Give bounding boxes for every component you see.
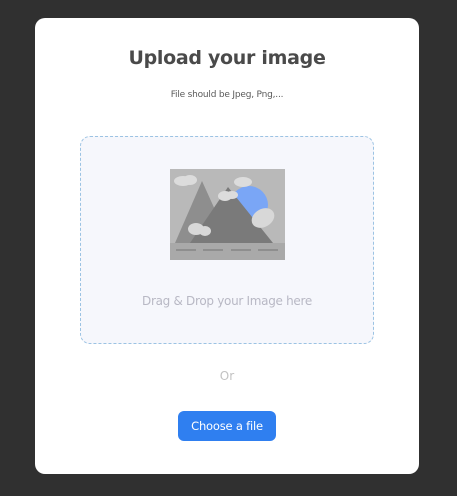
- choose-file-button[interactable]: Choose a file: [178, 411, 276, 441]
- page-title: Upload your image: [128, 47, 326, 69]
- drop-instructions: Drag & Drop your Image here: [142, 294, 312, 308]
- or-separator: Or: [219, 369, 235, 383]
- image-placeholder-icon: [170, 169, 285, 260]
- drop-zone[interactable]: Drag & Drop your Image here: [80, 136, 374, 344]
- upload-card: Upload your image File should be Jpeg, P…: [35, 18, 419, 474]
- file-type-hint: File should be Jpeg, Png,...: [170, 90, 284, 100]
